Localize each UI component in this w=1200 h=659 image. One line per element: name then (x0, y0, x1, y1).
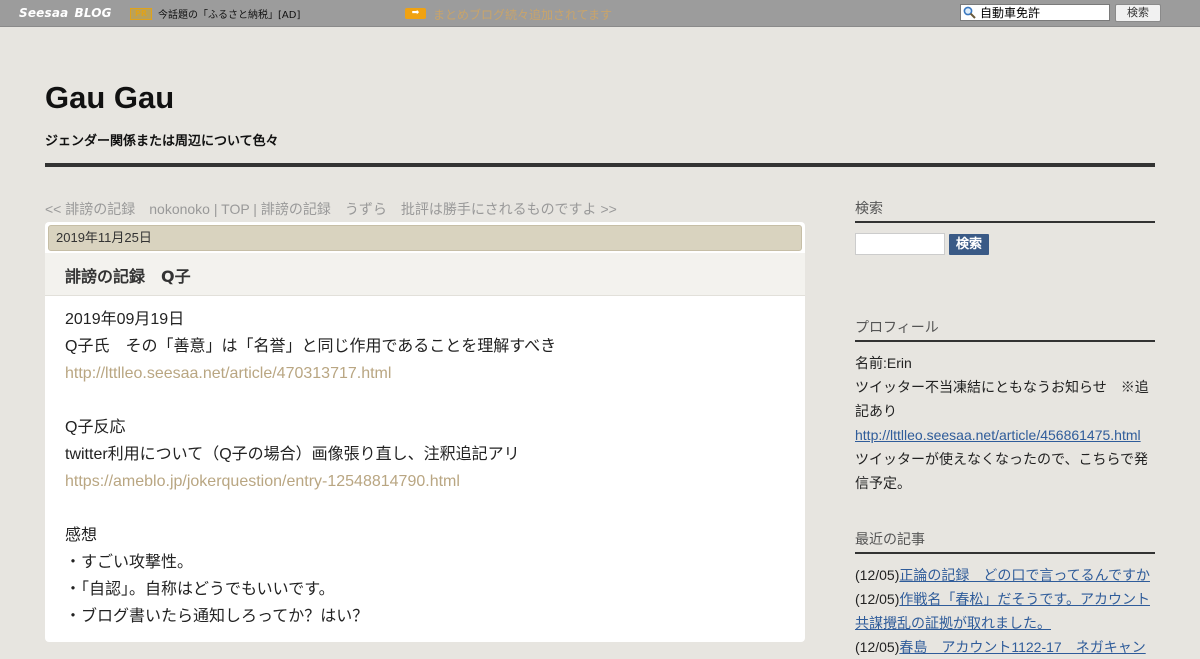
pr-badge: PR (130, 8, 152, 20)
profile-link[interactable]: http://lttlleo.seesaa.net/article/456861… (855, 427, 1141, 443)
list-item: (12/05)春島 アカウント1122-17 ネガキャン (855, 635, 1155, 659)
logo-secondary: BLOG (74, 6, 112, 20)
article-link[interactable]: http://lttlleo.seesaa.net/article/470313… (65, 365, 391, 382)
search-icon (963, 6, 976, 19)
body-line: Q子反応 (65, 419, 126, 436)
recent-article-link[interactable]: 作戦名「春松」だそうです。アカウント共謀攪乱の証拠が取れました。 (855, 591, 1150, 631)
recent-date: (12/05) (855, 567, 900, 583)
top-link[interactable]: TOP (221, 201, 249, 217)
nav-separator: | (209, 201, 222, 217)
top-toolbar: Seesaa BLOG PR 今話題の「ふるさと納税」[AD] ➡ まとめブログ続… (0, 0, 1200, 27)
list-item: (12/05)正論の記録 どの口で言ってるんですか (855, 563, 1155, 587)
nav-separator: | (249, 201, 261, 217)
recent-date: (12/05) (855, 591, 900, 607)
article-navigation: << 誹謗の記録 nokonoko | TOP | 誹謗の記録 うずら 批評は勝… (45, 199, 617, 219)
body-line (65, 387, 785, 414)
recent-articles-heading: 最近の記事 (855, 529, 1155, 554)
prev-article-link[interactable]: << 誹謗の記録 nokonoko (45, 201, 210, 217)
recent-article-link[interactable]: 春島 アカウント1122-17 ネガキャン (899, 639, 1145, 655)
seesaa-blog-logo[interactable]: Seesaa BLOG (19, 6, 112, 20)
sidebar-search-input[interactable] (855, 233, 945, 255)
profile-notice: ツイッター不当凍結にともなうお知らせ ※追記あり (855, 379, 1149, 419)
top-search-input[interactable] (980, 5, 1108, 20)
top-search-button[interactable]: 検索 (1115, 4, 1161, 22)
body-line: ・ブログ書いたら通知しろってか？はい？ (65, 608, 369, 625)
sidebar-search: 検索 (855, 233, 1155, 283)
blog-description: ジェンダー関係または周辺について色々 (45, 134, 279, 149)
profile-name: 名前:Erin (855, 355, 912, 371)
search-heading: 検索 (855, 198, 1155, 223)
recent-articles-list: (12/05)正論の記録 どの口で言ってるんですか (12/05)作戦名「春松」… (855, 563, 1155, 659)
header-divider (45, 163, 1155, 167)
recent-article-link[interactable]: 正論の記録 どの口で言ってるんですか (899, 567, 1150, 583)
body-line: 2019年09月19日 (65, 311, 185, 328)
sidebar-search-button[interactable]: 検索 (949, 234, 989, 255)
promo-link[interactable]: まとめブログ続々追加されてます (433, 6, 612, 23)
logo-primary: Seesaa (19, 6, 69, 20)
blog-title[interactable]: Gau Gau (45, 80, 174, 116)
next-article-link[interactable]: 誹謗の記録 うずら 批評は勝手にされるものですよ >> (261, 201, 617, 217)
top-search-box (960, 4, 1110, 21)
article-link[interactable]: https://ameblo.jp/jokerquestion/entry-12… (65, 473, 460, 490)
body-line: Q子氏 その「善意」は「名誉」と同じ作用であることを理解すべき (65, 338, 557, 355)
profile-body: 名前:Erin ツイッター不当凍結にともなうお知らせ ※追記あり http://… (855, 351, 1155, 495)
article-title[interactable]: 誹謗の記録 Q子 (65, 263, 191, 287)
profile-heading: プロフィール (855, 317, 1155, 342)
article-date: 2019年11月25日 (48, 225, 802, 251)
body-line: 感想 (65, 527, 98, 544)
body-line: ・「自認」。自称はどうでもいいです。 (65, 581, 335, 598)
profile-section: プロフィール 名前:Erin ツイッター不当凍結にともなうお知らせ ※追記あり … (855, 317, 1155, 495)
profile-note: ツイッターが使えなくなったので、こちらで発信予定。 (855, 451, 1149, 491)
recent-date: (12/05) (855, 639, 900, 655)
body-line: ・すごい攻撃性。 (65, 554, 194, 571)
recent-articles-section: 最近の記事 (12/05)正論の記録 どの口で言ってるんですか (12/05)作… (855, 529, 1155, 659)
body-line: twitter利用について（Q子の場合）画像張り直し、注釈追記アリ (65, 446, 520, 463)
article-body: 2019年09月19日 Q子氏 その「善意」は「名誉」と同じ作用であることを理解… (65, 306, 785, 630)
article-header: 誹謗の記録 Q子 (45, 253, 805, 296)
sidebar: 検索 検索 プロフィール 名前:Erin ツイッター不当凍結にともなうお知らせ … (855, 198, 1155, 659)
article: 2019年11月25日 誹謗の記録 Q子 2019年09月19日 Q子氏 その「… (45, 222, 805, 642)
arrow-right-icon: ➡ (405, 8, 426, 19)
pr-ad-link[interactable]: 今話題の「ふるさと納税」[AD] (158, 6, 300, 21)
body-line (65, 495, 785, 522)
list-item: (12/05)作戦名「春松」だそうです。アカウント共謀攪乱の証拠が取れました。 (855, 587, 1155, 635)
